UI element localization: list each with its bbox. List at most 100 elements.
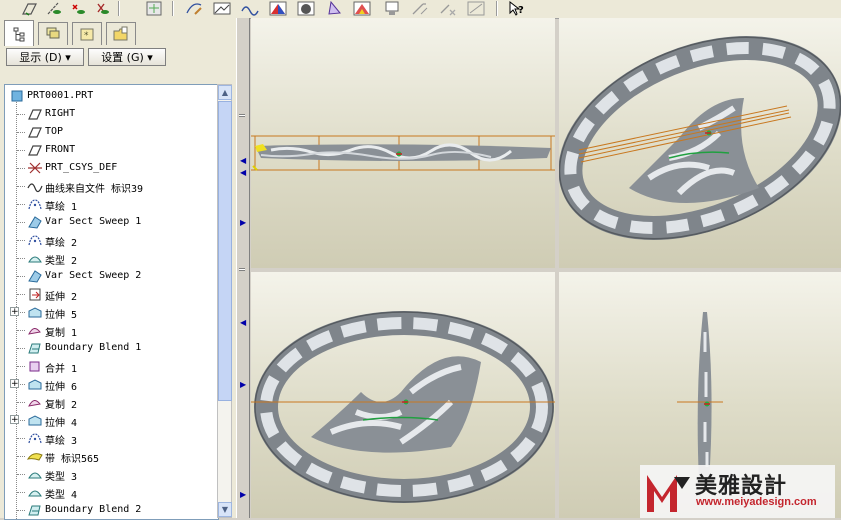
tree-item[interactable]: 草绘 1 [5,195,215,213]
tree-item-label: Boundary Blend 1 [45,342,142,353]
tree-item-label: 类型 4 [45,490,78,501]
datum-curve-tool-icon[interactable] [240,0,260,16]
sketch-icon [27,197,43,211]
tree-item[interactable]: 类型 2 [5,249,215,267]
tree-item[interactable]: 复制 2 [5,393,215,411]
boundary-blend-icon [27,503,43,517]
expand-right-arrow-icon[interactable]: ▶ [240,380,246,389]
tree-item[interactable]: + 拉伸 4 [5,411,215,429]
tree-item[interactable]: RIGHT [5,105,215,123]
top-view-model [251,311,555,503]
collapse-left-arrow-icon[interactable]: ◀ [240,156,246,165]
datum-point-display-icon[interactable] [68,0,88,16]
ribbon-icon [26,449,43,463]
sketch-icon [27,233,43,247]
folder-browser-tab-icon[interactable] [106,22,136,45]
tree-item[interactable]: 草绘 3 [5,429,215,447]
datum-axis-display-icon[interactable] [44,0,64,16]
collapse-left-arrow-icon[interactable]: ◀ [240,168,246,177]
sketch-tool-icon[interactable] [184,0,204,16]
tree-item-label: 草绘 1 [45,202,78,213]
merge-icon [27,359,43,373]
extrude-icon [27,413,43,427]
datum-plane-icon [27,143,43,157]
tree-item[interactable]: 类型 4 [5,483,215,501]
layer-tree-tab-icon[interactable] [38,22,68,45]
tree-item-label: PRT_CSYS_DEF [45,162,118,173]
delete-icon[interactable] [438,0,458,16]
surface-type-icon [27,251,43,265]
datum-plane-icon [27,107,43,121]
navigator-tabs: * [4,20,234,46]
extend-icon [27,287,43,301]
tree-item[interactable]: FRONT [5,141,215,159]
tree-item-label: TOP [45,126,64,137]
scroll-down-button[interactable]: ▼ [218,502,232,517]
zoom-fit-icon[interactable] [466,0,486,16]
favorites-tab-icon[interactable]: * [72,22,102,45]
watermark-url: www.meiyadesign.com [696,496,817,508]
tree-item[interactable]: Var Sect Sweep 1 [5,213,215,231]
tree-item-label: 拉伸 5 [45,310,78,321]
tree-item[interactable]: 曲线来自文件 标识39 [5,177,215,195]
var-sect-sweep-icon [27,215,43,229]
tree-item[interactable]: + 拉伸 5 [5,303,215,321]
tree-item[interactable]: Boundary Blend 2 [5,501,215,519]
model-tree-scrollbar[interactable]: ▲ ▼ [217,84,232,518]
coordinate-system-icon [27,161,43,175]
show-dropdown[interactable]: 显示 (D) ▾ [6,48,84,66]
expand-right-arrow-icon[interactable]: ▶ [240,218,246,227]
tree-item-label: Boundary Blend 2 [45,504,142,515]
datum-plane-icon [27,125,43,139]
expand-toggle-icon[interactable]: + [10,415,19,425]
coordinate-system-display-icon[interactable] [92,0,112,16]
datum-plane-tool-icon[interactable] [212,0,232,16]
tree-item[interactable]: 合并 1 [5,357,215,375]
tree-item[interactable]: 带 标识565 [5,447,215,465]
main-toolbar: ? [0,0,841,19]
panel-splitter[interactable]: ◀ ◀ ▶ ◀ ▶ ▶ [236,18,250,518]
scroll-thumb[interactable] [218,101,232,401]
var-sect-sweep-icon [27,269,43,283]
tree-item-label: 复制 1 [45,328,78,339]
viewport-isometric-view[interactable] [559,18,841,268]
tree-item[interactable]: 草绘 2 [5,231,215,249]
tree-item[interactable]: Var Sect Sweep 2 [5,267,215,285]
tree-item-label: 草绘 3 [45,436,78,447]
tree-item-label: 草绘 2 [45,238,78,249]
view-manager-icon[interactable] [144,0,164,16]
tree-item[interactable]: 延伸 2 [5,285,215,303]
datum-plane-display-icon[interactable] [20,0,40,16]
tree-item-label: 拉伸 4 [45,418,78,429]
collapse-left-arrow-icon[interactable]: ◀ [240,318,246,327]
color-appearance-icon[interactable] [352,0,372,16]
analysis-icon[interactable] [324,0,344,16]
tree-item[interactable]: 类型 3 [5,465,215,483]
tree-item[interactable]: 复制 1 [5,321,215,339]
expand-right-arrow-icon[interactable]: ▶ [240,490,246,499]
shade-icon[interactable] [296,0,316,16]
tree-item-label: 类型 2 [45,256,78,267]
saved-view-icon[interactable] [382,0,402,16]
whats-this-help-icon[interactable]: ? [506,0,526,16]
tree-item[interactable]: PRT0001.PRT [5,87,215,105]
tree-item-label: PRT0001.PRT [27,90,94,101]
scroll-up-button[interactable]: ▲ [218,85,232,100]
render-icon[interactable] [268,0,288,16]
copy-icon [27,395,43,409]
tree-item[interactable]: PRT_CSYS_DEF [5,159,215,177]
curve-icon [27,179,43,193]
model-tree-tab-icon[interactable] [4,20,34,46]
settings-dropdown[interactable]: 设置 (G) ▾ [88,48,166,66]
tree-item[interactable]: Boundary Blend 1 [5,339,215,357]
tree-item-label: 合并 1 [45,364,78,375]
watermark-logo: 美雅設計 www.meiyadesign.com [640,465,835,518]
viewport-front-view[interactable] [251,18,555,268]
tree-item[interactable]: TOP [5,123,215,141]
isometric-view-model [559,36,841,240]
regenerate-icon[interactable] [410,0,430,16]
tree-item[interactable]: + 拉伸 6 [5,375,215,393]
expand-toggle-icon[interactable]: + [10,307,19,317]
viewport-top-view[interactable] [251,272,555,518]
expand-toggle-icon[interactable]: + [10,379,19,389]
